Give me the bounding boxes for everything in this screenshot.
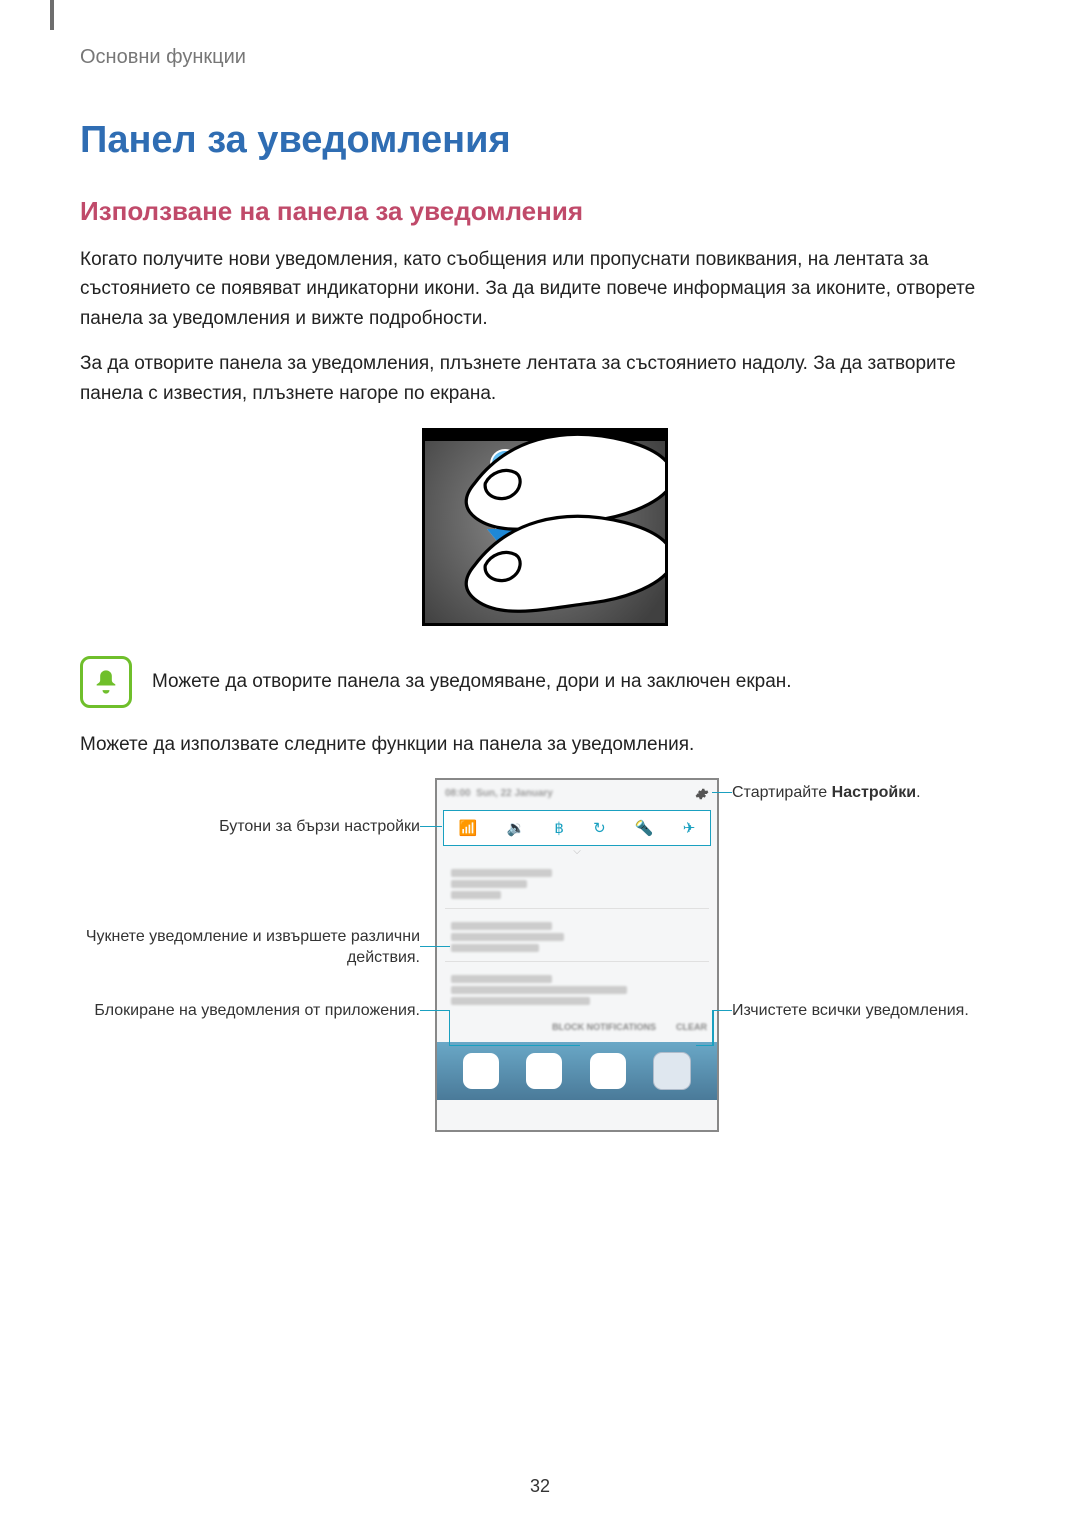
callout-clear-all: Изчистете всички уведомления. — [732, 1000, 1052, 1022]
arrow-down-icon — [487, 449, 523, 551]
mock-quick-settings: 📶 🔉 ฿ ↻ 🔦 ✈ — [443, 810, 711, 846]
note-text: Можете да отворите панела за уведомяване… — [152, 668, 792, 697]
swipe-illustration — [422, 428, 668, 626]
wifi-icon: 📶 — [459, 819, 478, 837]
drag-handle-icon: ⌵ — [437, 848, 717, 856]
mock-dock — [437, 1042, 717, 1100]
rotate-icon: ↻ — [593, 819, 606, 837]
sound-icon: 🔉 — [506, 819, 525, 837]
app-icon — [463, 1053, 499, 1089]
app-icon — [590, 1053, 626, 1089]
flashlight-icon: 🔦 — [635, 819, 654, 837]
mock-notification-2 — [445, 913, 709, 962]
app-icon — [526, 1053, 562, 1089]
bell-icon — [80, 656, 132, 708]
mock-notification-3 — [445, 966, 709, 1014]
phone-mockup: 08:00 Sun, 22 January 📶 🔉 ฿ ↻ 🔦 ✈ ⌵ — [435, 778, 719, 1132]
paragraph-2: За да отворите панела за уведомления, пл… — [80, 349, 1010, 408]
app-folder-icon — [653, 1052, 691, 1090]
figure-swipe-down — [80, 428, 1010, 626]
callout-tap-notification: Чукнете уведомление и извършете различни… — [80, 926, 420, 969]
paragraph-3: Можете да използвате следните функции на… — [80, 730, 1010, 759]
note-row: Можете да отворите панела за уведомяване… — [80, 656, 1010, 708]
paragraph-1: Когато получите нови уведомления, като с… — [80, 245, 1010, 333]
breadcrumb: Основни функции — [80, 46, 1010, 69]
page-title: Панел за уведомления — [80, 119, 1010, 162]
mock-notification-1 — [445, 860, 709, 909]
page-number: 32 — [0, 1476, 1080, 1497]
edge-tab-decor — [50, 0, 54, 30]
gear-icon — [695, 787, 709, 801]
annotated-diagram: 08:00 Sun, 22 January 📶 🔉 ฿ ↻ 🔦 ✈ ⌵ — [80, 778, 1010, 1148]
airplane-icon: ✈ — [683, 819, 696, 837]
mock-statusbar: 08:00 Sun, 22 January — [437, 780, 717, 808]
callout-launch-settings: Стартирайте Настройки. — [732, 782, 1052, 804]
section-subtitle: Използване на панела за уведомления — [80, 196, 1010, 227]
bluetooth-icon: ฿ — [554, 819, 564, 837]
callout-block-notifications: Блокиране на уведомления от приложения. — [80, 1000, 420, 1022]
mock-bottom-actions: BLOCK NOTIFICATIONSCLEAR — [437, 1018, 717, 1036]
callout-quick-settings: Бутони за бързи настройки — [80, 816, 420, 838]
